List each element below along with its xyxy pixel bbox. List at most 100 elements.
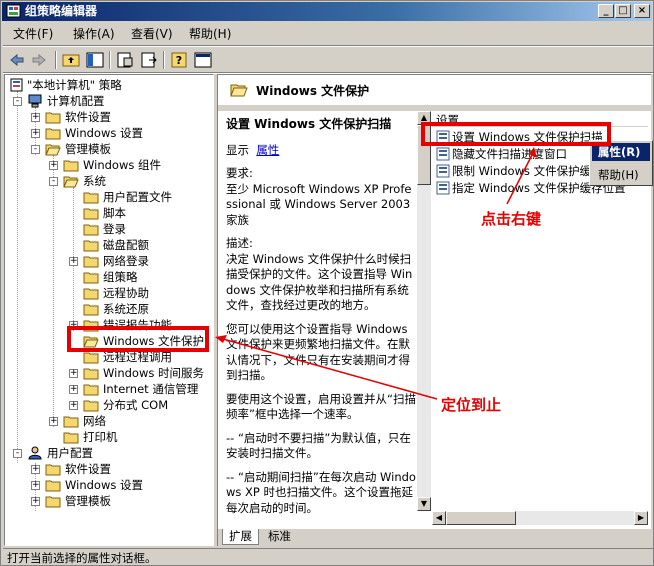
help-icon[interactable]: ? xyxy=(169,50,189,70)
tree-label: 用户配置文件 xyxy=(103,190,172,204)
expand-icon[interactable]: + xyxy=(31,465,40,474)
tree-label: 登录 xyxy=(103,222,126,236)
folder-icon xyxy=(83,224,99,236)
folder-icon xyxy=(83,192,99,204)
folder-icon xyxy=(83,240,99,252)
toolbar: ? xyxy=(3,48,653,72)
folder-icon xyxy=(45,464,61,476)
status-bar: 打开当前选择的属性对话框。 xyxy=(3,548,653,565)
collapse-icon[interactable]: - xyxy=(49,177,58,186)
folder-icon xyxy=(83,368,99,380)
scroll-down-button[interactable]: ▼ xyxy=(417,497,431,511)
details-header: Windows 文件保护 xyxy=(218,75,651,105)
folder-icon xyxy=(63,416,79,428)
folder-icon xyxy=(45,112,61,124)
context-menu-help[interactable]: 帮助(H) xyxy=(592,166,650,184)
requirements-text: 至少 Microsoft Windows XP Professional 或 W… xyxy=(226,181,412,227)
tree-label: 系统还原 xyxy=(103,302,149,316)
description-scrollbar[interactable]: ▲ ▼ xyxy=(417,111,431,511)
tree-label: 脚本 xyxy=(103,206,126,220)
show-hide-tree-icon[interactable] xyxy=(85,50,105,70)
annotation-locate: 定位到止 xyxy=(441,396,502,414)
highlight-box-setting xyxy=(421,122,611,146)
expand-icon[interactable]: + xyxy=(69,385,78,394)
minimize-button[interactable]: _ xyxy=(598,4,614,18)
properties-icon[interactable] xyxy=(115,50,135,70)
folder-icon xyxy=(83,304,99,316)
open-folder-icon xyxy=(63,176,79,188)
toolbar-divider xyxy=(55,51,57,69)
tab-extended[interactable]: 扩展 xyxy=(222,529,259,545)
horizontal-scrollbar[interactable]: ◀ ▶ xyxy=(432,511,648,525)
expand-icon[interactable]: + xyxy=(49,161,58,170)
computer-icon xyxy=(28,94,42,108)
scroll-left-button[interactable]: ◀ xyxy=(432,511,446,525)
folder-icon xyxy=(45,496,61,508)
menu-help[interactable]: 帮助(H) xyxy=(185,26,235,42)
collapse-icon[interactable]: - xyxy=(13,97,22,106)
tree-label: Windows 组件 xyxy=(83,158,161,172)
export-list-icon[interactable] xyxy=(139,50,159,70)
expand-icon[interactable]: + xyxy=(69,401,78,410)
tree-label: 网络登录 xyxy=(103,254,149,268)
user-icon xyxy=(28,446,42,460)
title-bar[interactable]: 组策略编辑器 _ □ × xyxy=(2,2,652,21)
context-menu: 属性(R) 帮助(H) xyxy=(589,140,653,186)
toolbar-divider-2 xyxy=(109,51,111,69)
scroll-right-button[interactable]: ▶ xyxy=(634,511,648,525)
properties-link[interactable]: 属性 xyxy=(256,143,279,157)
description-para-3: 要使用这个设置，启用设置并从“扫描频率”框中选择一个速率。 xyxy=(226,391,416,422)
expand-icon[interactable]: + xyxy=(31,481,40,490)
folder-icon xyxy=(83,288,99,300)
folder-icon xyxy=(83,272,99,284)
folder-icon xyxy=(83,400,99,412)
description-text: 决定 Windows 文件保护什么时候扫描受保护的文件。这个设置指导 Windo… xyxy=(226,251,413,313)
console-icon[interactable] xyxy=(193,50,213,70)
tree-label: 组策略 xyxy=(103,270,138,284)
policy-setting-icon xyxy=(436,164,450,178)
maximize-button[interactable]: □ xyxy=(615,4,631,18)
toolbar-divider-3 xyxy=(163,51,165,69)
open-folder-icon xyxy=(230,84,248,97)
folder-icon xyxy=(83,384,99,396)
collapse-icon[interactable]: - xyxy=(31,145,40,154)
window-title: 组策略编辑器 xyxy=(25,4,98,18)
tree-label: Windows 设置 xyxy=(65,478,143,492)
tree-label: 管理模板 xyxy=(65,494,111,508)
tab-standard[interactable]: 标准 xyxy=(262,529,297,545)
tree-label: 磁盘配额 xyxy=(103,238,149,252)
annotation-right-click: 点击右键 xyxy=(481,210,542,228)
setting-title: 设置 Windows 文件保护扫描 xyxy=(226,117,392,131)
gpedit-window: 组策略编辑器 _ □ × 文件(F) 操作(A) 查看(V) 帮助(H) ? "… xyxy=(0,0,654,566)
expand-icon[interactable]: + xyxy=(31,113,40,122)
status-text: 打开当前选择的属性对话框。 xyxy=(7,551,157,565)
expand-icon[interactable]: + xyxy=(31,129,40,138)
menu-action[interactable]: 操作(A) xyxy=(69,26,119,42)
tree-label: 打印机 xyxy=(83,430,118,444)
back-arrow-icon[interactable] xyxy=(7,50,27,70)
expand-icon[interactable]: + xyxy=(69,369,78,378)
description-label: 描述: xyxy=(226,236,253,250)
scroll-thumb-h[interactable] xyxy=(446,511,516,525)
description-para-4: -- “启动时不要扫描”为默认值，只在安装时扫描文件。 xyxy=(226,430,411,461)
forward-arrow-icon[interactable] xyxy=(29,50,49,70)
tree-label: 管理模板 xyxy=(65,142,111,156)
collapse-icon[interactable]: - xyxy=(13,449,22,458)
requirements-label: 要求: xyxy=(226,166,253,180)
close-button[interactable]: × xyxy=(634,4,650,18)
highlight-box-tree xyxy=(67,326,209,352)
expand-icon[interactable]: + xyxy=(69,257,78,266)
policy-setting-icon xyxy=(436,181,450,195)
tree-label: 远程协助 xyxy=(103,286,149,300)
tree-label: Windows 时间服务 xyxy=(103,366,204,380)
tree-pane[interactable]: "本地计算机" 策略 - 计算机配置 + 软件设置 + Windows 设置 -… xyxy=(4,74,214,546)
display-label: 显示 xyxy=(226,142,249,157)
tree-label: "本地计算机" 策略 xyxy=(27,78,122,92)
details-title: Windows 文件保护 xyxy=(256,84,370,98)
folder-icon xyxy=(45,480,61,492)
expand-icon[interactable]: + xyxy=(31,497,40,506)
up-folder-icon[interactable] xyxy=(61,50,81,70)
menu-file[interactable]: 文件(F) xyxy=(9,26,57,42)
menu-view[interactable]: 查看(V) xyxy=(127,26,177,42)
expand-icon[interactable]: + xyxy=(49,417,58,426)
